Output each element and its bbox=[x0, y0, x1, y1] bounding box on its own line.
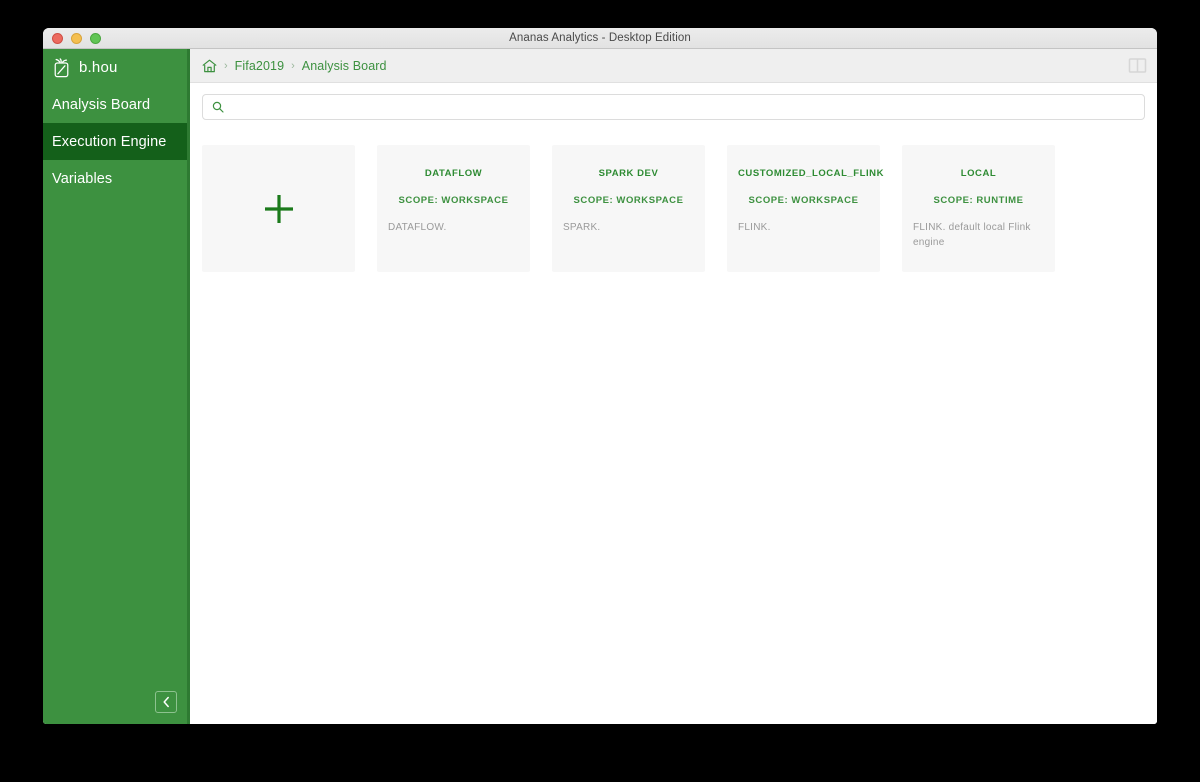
engine-card[interactable]: LOCAL SCOPE: RUNTIME FLINK. default loca… bbox=[902, 145, 1055, 272]
plus-icon bbox=[262, 192, 296, 226]
engine-card-grid: DATAFLOW SCOPE: WORKSPACE DATAFLOW. SPAR… bbox=[190, 120, 1157, 272]
engine-card-scope: SCOPE: WORKSPACE bbox=[398, 195, 509, 206]
engine-card-scope: SCOPE: WORKSPACE bbox=[748, 195, 859, 206]
window-body: b.hou Analysis Board Execution Engine Va… bbox=[43, 49, 1157, 724]
brand-name: b.hou bbox=[79, 59, 118, 76]
sidebar-item-execution-engine[interactable]: Execution Engine bbox=[43, 123, 187, 160]
engine-card-title: CUSTOMIZED_LOCAL_FLINK bbox=[738, 168, 884, 179]
breadcrumb-item-page[interactable]: Analysis Board bbox=[302, 59, 387, 73]
window-controls bbox=[52, 32, 101, 44]
sidebar-item-variables[interactable]: Variables bbox=[43, 160, 187, 197]
search-input[interactable] bbox=[232, 100, 1135, 114]
sidebar-collapse-button[interactable] bbox=[155, 691, 177, 713]
sidebar: b.hou Analysis Board Execution Engine Va… bbox=[43, 49, 190, 724]
breadcrumb-separator: › bbox=[291, 59, 295, 72]
title-bar: Ananas Analytics - Desktop Edition bbox=[43, 28, 1157, 49]
engine-card-description: FLINK. default local Flink engine bbox=[913, 222, 1031, 248]
breadcrumb-item-project[interactable]: Fifa2019 bbox=[235, 59, 284, 73]
window-title: Ananas Analytics - Desktop Edition bbox=[509, 32, 691, 44]
sidebar-item-analysis-board[interactable]: Analysis Board bbox=[43, 86, 187, 123]
split-panel-icon[interactable] bbox=[1128, 57, 1147, 74]
top-bar: › Fifa2019 › Analysis Board bbox=[190, 49, 1157, 83]
engine-card-scope: SCOPE: RUNTIME bbox=[933, 195, 1024, 206]
sidebar-item-label: Analysis Board bbox=[52, 96, 151, 113]
engine-card-title: SPARK DEV bbox=[598, 168, 659, 179]
zoom-button[interactable] bbox=[90, 32, 101, 44]
app-window: Ananas Analytics - Desktop Edition b.hou bbox=[43, 28, 1157, 724]
sidebar-item-label: Execution Engine bbox=[52, 133, 167, 150]
pineapple-logo-icon bbox=[52, 57, 71, 78]
add-engine-card[interactable] bbox=[202, 145, 355, 272]
search-area bbox=[190, 83, 1157, 120]
engine-card[interactable]: CUSTOMIZED_LOCAL_FLINK SCOPE: WORKSPACE … bbox=[727, 145, 884, 272]
close-button[interactable] bbox=[52, 32, 63, 44]
search-box[interactable] bbox=[202, 94, 1145, 120]
engine-card-description: FLINK. bbox=[738, 222, 771, 233]
chevron-left-icon bbox=[162, 696, 171, 708]
engine-card[interactable]: SPARK DEV SCOPE: WORKSPACE SPARK. bbox=[552, 145, 705, 272]
engine-card-description: DATAFLOW. bbox=[388, 222, 447, 233]
home-icon[interactable] bbox=[202, 59, 217, 73]
minimize-button[interactable] bbox=[71, 32, 82, 44]
engine-card-scope: SCOPE: WORKSPACE bbox=[573, 195, 684, 206]
engine-card-title: LOCAL bbox=[960, 168, 997, 179]
sidebar-item-label: Variables bbox=[52, 170, 113, 187]
search-icon bbox=[212, 101, 224, 113]
engine-card-title: DATAFLOW bbox=[424, 168, 483, 179]
engine-card-description: SPARK. bbox=[563, 222, 601, 233]
brand[interactable]: b.hou bbox=[43, 49, 187, 86]
breadcrumb: › Fifa2019 › Analysis Board bbox=[202, 59, 387, 73]
engine-card[interactable]: DATAFLOW SCOPE: WORKSPACE DATAFLOW. bbox=[377, 145, 530, 272]
breadcrumb-separator: › bbox=[224, 59, 228, 72]
main-content: › Fifa2019 › Analysis Board DATAFLOW SCO… bbox=[190, 49, 1157, 724]
